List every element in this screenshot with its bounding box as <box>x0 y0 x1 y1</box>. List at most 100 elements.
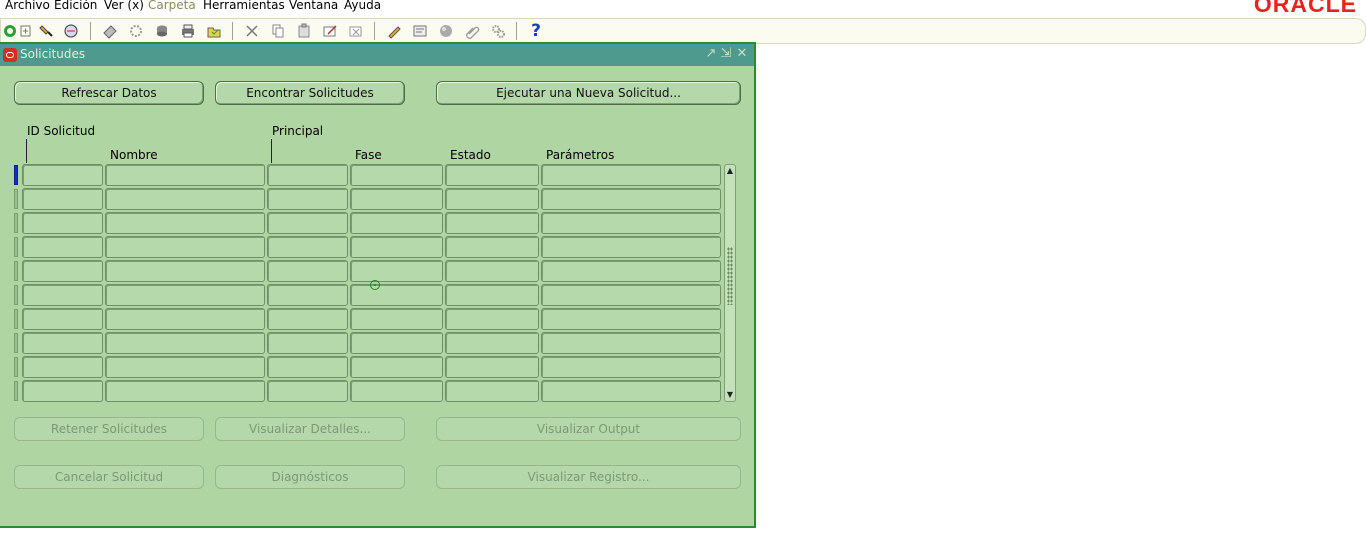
cell-fase[interactable] <box>350 356 443 378</box>
row-selector[interactable] <box>14 213 18 233</box>
print-icon[interactable] <box>179 22 197 40</box>
cell-principal[interactable] <box>267 380 348 402</box>
submit-new-request-button[interactable]: Ejecutar una Nueva Solicitud... <box>436 81 741 105</box>
refresh-data-button[interactable]: Refrescar Datos <box>14 81 204 105</box>
cell-parametros[interactable] <box>541 284 721 306</box>
folder-icon[interactable] <box>205 22 223 40</box>
cell-id-solicitud[interactable] <box>22 188 103 210</box>
cell-id-solicitud[interactable] <box>22 356 103 378</box>
row-selector[interactable] <box>14 189 18 209</box>
cell-principal[interactable] <box>267 332 348 354</box>
cell-fase[interactable] <box>350 164 443 186</box>
record-icon[interactable] <box>437 22 455 40</box>
cell-estado[interactable] <box>445 284 539 306</box>
translate-icon[interactable] <box>411 22 429 40</box>
cell-parametros[interactable] <box>541 332 721 354</box>
cell-parametros[interactable] <box>541 236 721 258</box>
cell-estado[interactable] <box>445 308 539 330</box>
cell-id-solicitud[interactable] <box>22 308 103 330</box>
cell-nombre[interactable] <box>105 380 265 402</box>
find-requests-button[interactable]: Encontrar Solicitudes <box>215 81 405 105</box>
flashlight-icon[interactable] <box>38 22 56 40</box>
cell-estado[interactable] <box>445 380 539 402</box>
row-selector[interactable] <box>14 237 18 257</box>
cut-icon[interactable] <box>243 22 261 40</box>
cell-parametros[interactable] <box>541 356 721 378</box>
cell-nombre[interactable] <box>105 164 265 186</box>
cell-principal[interactable] <box>267 164 348 186</box>
cell-principal[interactable] <box>267 284 348 306</box>
help-icon[interactable]: ? <box>527 21 545 41</box>
row-selector[interactable] <box>14 165 18 185</box>
cell-estado[interactable] <box>445 212 539 234</box>
cell-estado[interactable] <box>445 164 539 186</box>
gears-icon[interactable] <box>127 22 145 40</box>
save-icon[interactable] <box>101 22 119 40</box>
cell-parametros[interactable] <box>541 164 721 186</box>
cell-estado[interactable] <box>445 332 539 354</box>
folder-tools-icon[interactable] <box>489 22 507 40</box>
minimize-icon[interactable]: ↗ <box>704 46 718 62</box>
row-selector[interactable] <box>14 261 18 281</box>
menu-ver[interactable]: Ver (x) <box>104 0 144 13</box>
cell-nombre[interactable] <box>105 260 265 282</box>
cancel-request-button[interactable]: Cancelar Solicitud <box>14 465 204 489</box>
row-selector[interactable] <box>14 357 18 377</box>
menu-herramientas[interactable]: Herramientas <box>203 0 285 13</box>
menu-archivo[interactable]: Archivo <box>5 0 50 13</box>
row-selector[interactable] <box>14 333 18 353</box>
cell-id-solicitud[interactable] <box>22 284 103 306</box>
row-selector[interactable] <box>14 309 18 329</box>
cell-nombre[interactable] <box>105 308 265 330</box>
cell-fase[interactable] <box>350 332 443 354</box>
cell-id-solicitud[interactable] <box>22 380 103 402</box>
cell-principal[interactable] <box>267 236 348 258</box>
scroll-thumb[interactable] <box>727 247 733 305</box>
cell-id-solicitud[interactable] <box>22 260 103 282</box>
cell-fase[interactable] <box>350 212 443 234</box>
view-details-button[interactable]: Visualizar Detalles... <box>215 417 405 441</box>
cell-parametros[interactable] <box>541 308 721 330</box>
scroll-down-arrow-icon[interactable]: ▼ <box>725 389 735 401</box>
table-scrollbar[interactable]: ▲ ▼ <box>724 164 736 402</box>
attach-icon[interactable] <box>463 22 481 40</box>
cell-estado[interactable] <box>445 236 539 258</box>
cell-fase[interactable] <box>350 236 443 258</box>
cell-id-solicitud[interactable] <box>22 212 103 234</box>
cell-parametros[interactable] <box>541 188 721 210</box>
edit-icon[interactable] <box>321 22 339 40</box>
cell-principal[interactable] <box>267 308 348 330</box>
cell-nombre[interactable] <box>105 188 265 210</box>
cell-estado[interactable] <box>445 356 539 378</box>
cell-principal[interactable] <box>267 260 348 282</box>
cell-parametros[interactable] <box>541 212 721 234</box>
clear-icon[interactable] <box>347 22 365 40</box>
cell-parametros[interactable] <box>541 260 721 282</box>
cell-nombre[interactable] <box>105 236 265 258</box>
cell-parametros[interactable] <box>541 380 721 402</box>
cell-principal[interactable] <box>267 356 348 378</box>
close-icon[interactable]: ✕ <box>735 46 749 62</box>
cell-id-solicitud[interactable] <box>22 164 103 186</box>
cell-principal[interactable] <box>267 188 348 210</box>
cell-id-solicitud[interactable] <box>22 332 103 354</box>
cell-nombre[interactable] <box>105 356 265 378</box>
cell-principal[interactable] <box>267 212 348 234</box>
cell-fase[interactable] <box>350 260 443 282</box>
hold-requests-button[interactable]: Retener Solicitudes <box>14 417 204 441</box>
copy-icon[interactable] <box>269 22 287 40</box>
cell-nombre[interactable] <box>105 332 265 354</box>
scroll-up-arrow-icon[interactable]: ▲ <box>725 165 735 177</box>
pencil-icon[interactable] <box>385 22 403 40</box>
cell-estado[interactable] <box>445 260 539 282</box>
maximize-icon[interactable]: ⇲ <box>719 46 733 62</box>
open-icon[interactable] <box>62 22 80 40</box>
cell-fase[interactable] <box>350 380 443 402</box>
view-log-button[interactable]: Visualizar Registro... <box>436 465 741 489</box>
cell-fase[interactable] <box>350 284 443 306</box>
row-selector[interactable] <box>14 381 18 401</box>
cell-estado[interactable] <box>445 188 539 210</box>
menu-ventana[interactable]: Ventana <box>289 0 338 13</box>
cell-fase[interactable] <box>350 308 443 330</box>
paste-icon[interactable] <box>295 22 313 40</box>
